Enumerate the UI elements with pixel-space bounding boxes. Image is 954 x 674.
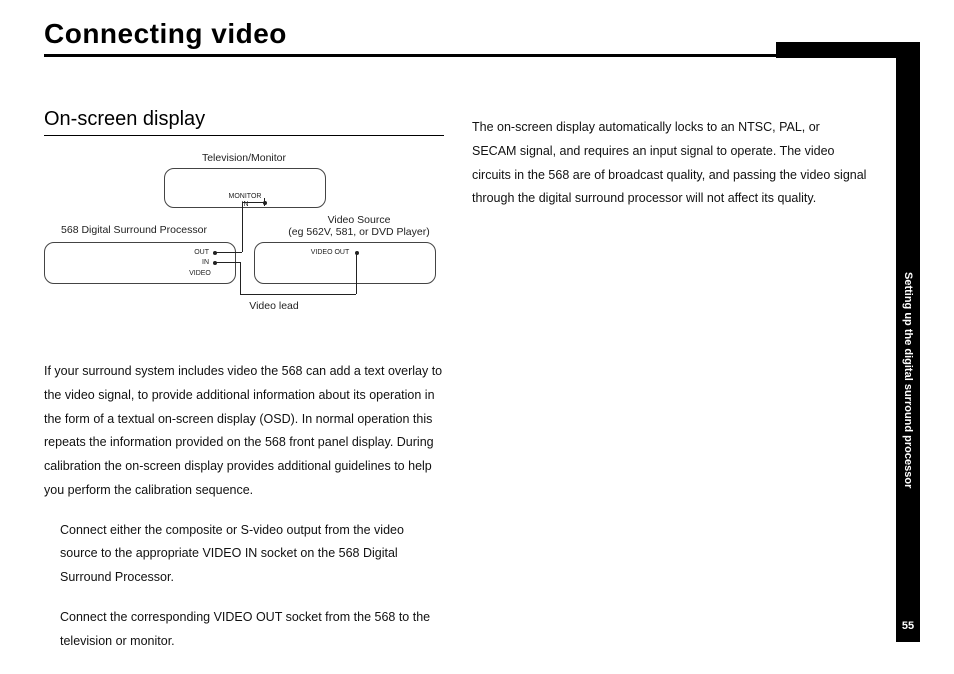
diagram-monitor-in-label: MONITOR IN [227, 193, 263, 208]
side-tab: Setting up the digital surround processo… [896, 42, 920, 642]
side-tab-section: Setting up the digital surround processo… [902, 272, 914, 488]
paragraph-1: If your surround system includes video t… [44, 360, 444, 503]
title-rule [44, 54, 894, 57]
wire [242, 202, 264, 203]
diagram-source-box: VIDEO OUT [254, 242, 436, 284]
section-subhead: On-screen display [44, 108, 444, 131]
wire [240, 262, 241, 294]
connection-diagram: Television/Monitor MONITOR IN 568 Digita… [44, 152, 444, 342]
wire [264, 202, 265, 206]
paragraph-2: Connect either the composite or S-video … [60, 519, 444, 590]
wire [216, 252, 242, 253]
wire [240, 294, 356, 295]
wire [216, 262, 240, 263]
page-title: Connecting video [44, 18, 896, 50]
diagram-source-label: Video Source (eg 562V, 581, or DVD Playe… [274, 214, 444, 238]
diagram-video-lead-label: Video lead [224, 300, 324, 312]
subhead-rule [44, 135, 444, 136]
diagram-out-label: OUT [189, 249, 209, 257]
diagram-processor-label: 568 Digital Surround Processor [44, 224, 224, 236]
wire [264, 198, 265, 202]
diagram-processor-box: OUT IN VIDEO [44, 242, 236, 284]
diagram-tv-label: Television/Monitor [164, 152, 324, 164]
wire [242, 202, 243, 252]
paragraph-3: Connect the corresponding VIDEO OUT sock… [60, 606, 444, 654]
diagram-video-label: VIDEO [185, 270, 215, 278]
paragraph-right: The on-screen display automatically lock… [472, 116, 867, 211]
side-tab-page-number: 55 [896, 620, 920, 632]
diagram-in-label: IN [189, 259, 209, 267]
diagram-video-out-label: VIDEO OUT [305, 249, 355, 257]
wire [356, 252, 357, 294]
